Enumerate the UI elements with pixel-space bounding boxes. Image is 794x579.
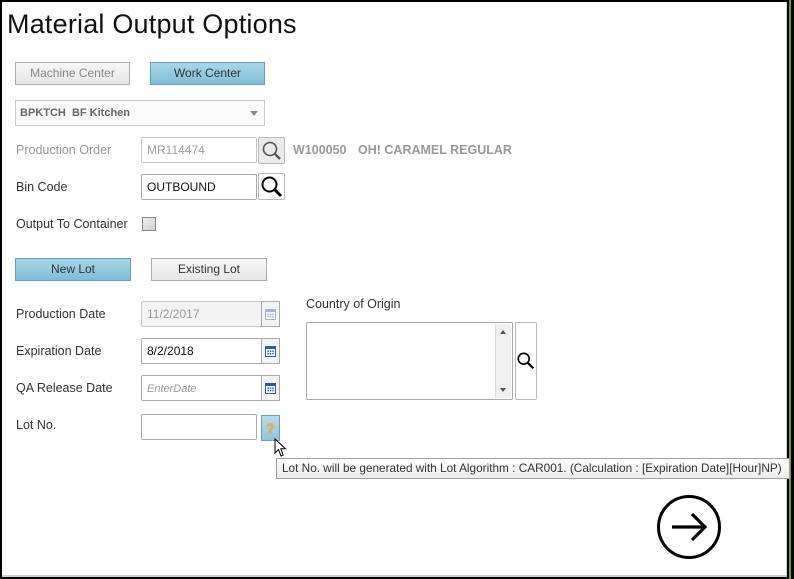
work-center-select[interactable]: BPKTCH BF Kitchen — [15, 100, 265, 126]
production-order-item-description: OH! CARAMEL REGULAR — [358, 143, 512, 157]
qa-release-date-input[interactable]: EnterDate — [141, 375, 262, 401]
production-date-input[interactable]: 11/2/2017 — [141, 301, 262, 327]
production-date-label: Production Date — [16, 307, 106, 321]
output-to-container-label: Output To Container — [16, 217, 128, 231]
new-lot-button[interactable]: New Lot — [15, 258, 131, 281]
qa-release-date-calendar-button[interactable] — [261, 375, 280, 401]
page-title: Material Output Options — [7, 9, 297, 39]
bin-code-input[interactable]: OUTBOUND — [141, 174, 257, 200]
chevron-down-icon — [250, 111, 258, 116]
existing-lot-button[interactable]: Existing Lot — [151, 258, 267, 281]
production-order-search-button[interactable] — [258, 137, 285, 164]
bin-code-label: Bin Code — [16, 180, 68, 194]
qa-release-date-picker[interactable]: EnterDate — [141, 375, 280, 401]
qa-release-date-placeholder: EnterDate — [147, 383, 197, 395]
arrow-right-circle-icon — [657, 495, 721, 559]
search-icon — [262, 141, 281, 160]
work-center-select-value: BPKTCH BF Kitchen — [20, 107, 130, 119]
output-to-container-checkbox[interactable] — [142, 217, 156, 231]
mouse-cursor-icon — [274, 438, 287, 457]
lot-no-label: Lot No. — [16, 418, 57, 432]
help-icon: ? — [266, 420, 275, 436]
production-order-item-no: W100050 — [293, 143, 347, 157]
production-order-input[interactable]: MR114474 — [141, 137, 257, 163]
expiration-date-label: Expiration Date — [16, 344, 102, 358]
search-icon — [517, 352, 535, 370]
calendar-icon — [265, 308, 276, 320]
qa-release-date-label: QA Release Date — [16, 381, 113, 395]
work-center-button[interactable]: Work Center — [150, 62, 265, 85]
calendar-icon — [265, 345, 276, 357]
window-edge-accent — [789, 0, 791, 579]
lot-no-tooltip: Lot No. will be generated with Lot Algor… — [276, 458, 790, 479]
machine-center-button[interactable]: Machine Center — [15, 62, 130, 85]
production-order-label: Production Order — [16, 143, 112, 157]
expiration-date-calendar-button[interactable] — [261, 338, 280, 364]
production-date-calendar-button[interactable] — [261, 301, 280, 327]
material-output-options-window — [2, 2, 787, 577]
lot-no-input[interactable] — [141, 414, 257, 440]
expiration-date-picker[interactable]: 8/2/2018 — [141, 338, 280, 364]
expiration-date-input[interactable]: 8/2/2018 — [141, 338, 262, 364]
next-button[interactable] — [656, 494, 722, 560]
country-of-origin-label: Country of Origin — [306, 297, 401, 311]
search-icon — [261, 176, 282, 197]
country-of-origin-search-button[interactable] — [515, 322, 537, 400]
production-date-picker[interactable]: 11/2/2017 — [141, 301, 280, 327]
bin-code-search-button[interactable] — [258, 173, 285, 200]
country-of-origin-scrollbar[interactable] — [495, 324, 511, 398]
country-of-origin-textbox[interactable] — [306, 322, 513, 400]
scroll-up-icon[interactable] — [500, 330, 506, 334]
scroll-down-icon[interactable] — [500, 388, 506, 392]
calendar-icon — [265, 382, 276, 394]
